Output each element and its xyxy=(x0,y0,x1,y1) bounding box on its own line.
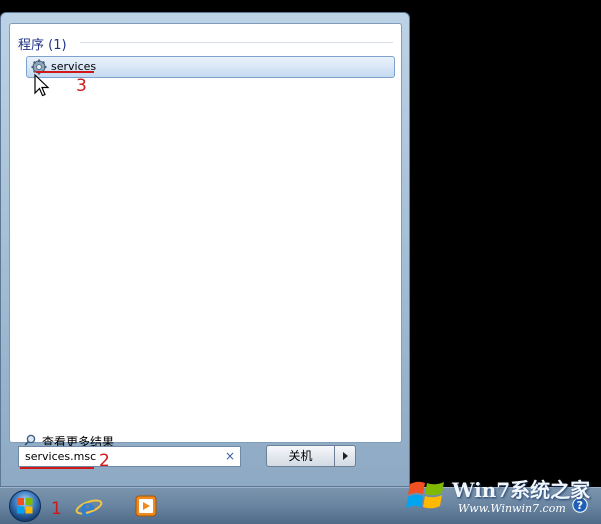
shutdown-button[interactable]: 关机 xyxy=(266,445,335,467)
section-title-programs: 程序 (1) xyxy=(18,38,67,53)
media-player-icon[interactable] xyxy=(134,494,158,518)
magnifier-icon xyxy=(24,434,36,446)
start-search-input[interactable]: services.msc × xyxy=(18,446,241,467)
windows-logo-icon xyxy=(406,481,444,509)
start-menu: 程序 (1) services 查看更多结果 services.msc × 关机 xyxy=(0,12,410,487)
mouse-cursor-icon xyxy=(34,74,50,97)
annotation-number-2: 2 xyxy=(99,451,110,471)
internet-explorer-icon[interactable]: e xyxy=(73,492,105,520)
watermark-url: Www.Winwin7.com xyxy=(458,502,566,515)
section-divider xyxy=(80,42,393,43)
search-result-services[interactable]: services xyxy=(26,56,395,78)
site-watermark: Win7系统之家 Www.Winwin7.com xyxy=(404,470,601,523)
watermark-title: Win7系统之家 xyxy=(452,478,591,502)
search-input-value: services.msc xyxy=(25,450,97,463)
shutdown-options-arrow-icon[interactable] xyxy=(334,445,356,467)
annotation-number-1: 1 xyxy=(51,499,62,519)
annotation-number-3: 3 xyxy=(76,76,87,96)
annotation-underline-result xyxy=(36,71,94,73)
annotation-underline-search xyxy=(20,467,94,469)
clear-search-icon[interactable]: × xyxy=(225,449,235,463)
svg-text:e: e xyxy=(80,493,95,520)
search-results-pane: 程序 (1) services 查看更多结果 xyxy=(9,23,402,449)
start-orb-icon[interactable] xyxy=(7,489,43,523)
